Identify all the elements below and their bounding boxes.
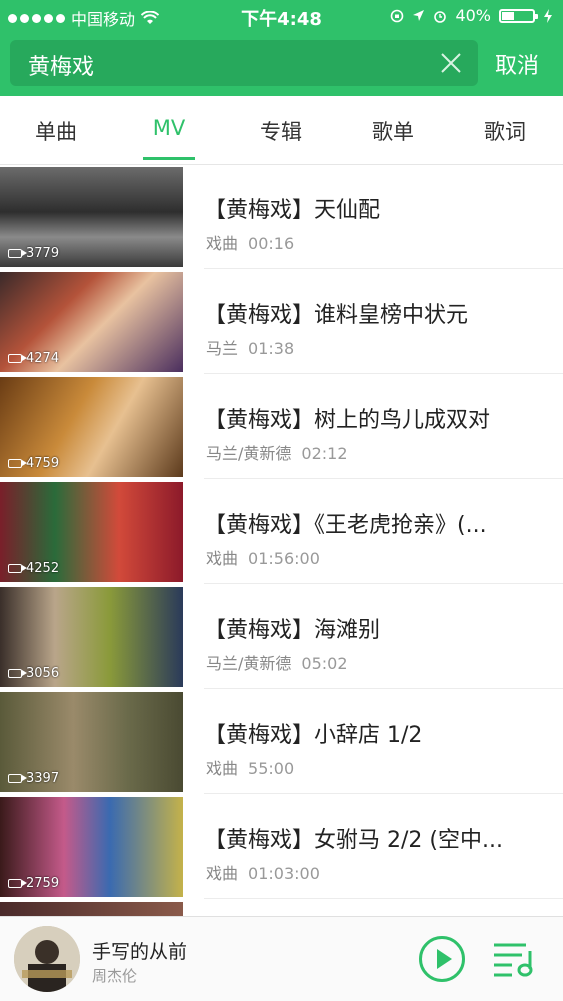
clear-icon[interactable]	[438, 50, 464, 76]
mv-duration: 01:56:00	[248, 549, 320, 568]
mini-player[interactable]: 手写的从前 周杰伦	[0, 916, 563, 1001]
video-thumbnail[interactable]: 3056	[0, 587, 183, 687]
video-icon	[8, 774, 27, 783]
list-item[interactable]: 4759 【黄梅戏】树上的鸟儿成双对 马兰/黄新德 02:12	[0, 374, 563, 479]
result-tabs: 单曲 MV 专辑 歌单 歌词	[0, 96, 563, 165]
video-icon	[8, 564, 27, 573]
cancel-button[interactable]: 取消	[495, 48, 539, 80]
playlist-icon[interactable]	[492, 939, 536, 979]
mv-duration: 55:00	[248, 759, 295, 778]
tab-lyrics[interactable]: 歌词	[465, 116, 545, 146]
list-item[interactable]: 4274 【黄梅戏】谁料皇榜中状元 马兰 01:38	[0, 269, 563, 374]
mv-artist: 马兰/黄新德	[206, 654, 292, 673]
view-count: 4252	[8, 561, 59, 576]
search-query[interactable]: 黄梅戏	[28, 49, 94, 81]
now-playing-artist: 周杰伦	[92, 967, 138, 985]
mv-title: 【黄梅戏】《王老虎抢亲》(...	[204, 513, 487, 538]
alarm-icon	[434, 10, 447, 23]
video-thumbnail[interactable]: 3397	[0, 692, 183, 792]
location-icon	[413, 10, 425, 21]
active-tab-indicator	[143, 157, 195, 160]
list-item[interactable]: 2759 【黄梅戏】女驸马 2/2 (空中... 戏曲 01:03:00	[0, 794, 563, 899]
view-count: 3779	[8, 246, 59, 261]
mv-artist: 戏曲	[206, 234, 239, 253]
album-art[interactable]	[14, 926, 80, 992]
list-item[interactable]: 3056 【黄梅戏】海滩别 马兰/黄新德 05:02	[0, 584, 563, 689]
mv-artist: 戏曲	[206, 759, 239, 778]
video-icon	[8, 459, 27, 468]
battery-icon	[499, 8, 538, 23]
video-icon	[8, 669, 27, 678]
video-icon	[8, 354, 27, 363]
view-count: 4759	[8, 456, 59, 471]
video-icon	[8, 879, 27, 888]
view-count: 3056	[8, 666, 59, 681]
video-thumbnail[interactable]: 2759	[0, 797, 183, 897]
mv-result-list[interactable]: 3779 【黄梅戏】天仙配 戏曲 00:16 4274 【黄梅戏】谁料皇榜中状元 …	[0, 164, 563, 916]
video-icon	[8, 249, 27, 258]
tab-songs[interactable]: 单曲	[16, 116, 96, 146]
mv-duration: 01:38	[248, 339, 295, 358]
charging-icon	[544, 8, 552, 23]
video-thumbnail[interactable]: 4759	[0, 377, 183, 477]
mv-artist: 戏曲	[206, 864, 239, 883]
orientation-lock-icon	[391, 9, 404, 22]
battery-label: 40%	[455, 6, 491, 25]
list-item[interactable]: 4252 【黄梅戏】《王老虎抢亲》(... 戏曲 01:56:00	[0, 479, 563, 584]
mv-artist: 马兰/黄新德	[206, 444, 292, 463]
mv-title: 【黄梅戏】天仙配	[204, 198, 381, 223]
mv-duration: 02:12	[301, 444, 348, 463]
status-bar: 中国移动 下午4:48 40%	[0, 0, 563, 32]
view-count: 4274	[8, 351, 59, 366]
list-item[interactable]: 3779 【黄梅戏】天仙配 戏曲 00:16	[0, 164, 563, 269]
video-thumbnail[interactable]	[0, 902, 183, 916]
video-thumbnail[interactable]: 3779	[0, 167, 183, 267]
mv-title: 【黄梅戏】女驸马 2/2 (空中...	[204, 828, 503, 853]
mv-title: 【黄梅戏】谁料皇榜中状元	[204, 303, 469, 328]
now-playing-title: 手写的从前	[92, 941, 188, 963]
video-thumbnail[interactable]: 4274	[0, 272, 183, 372]
mv-duration: 05:02	[301, 654, 348, 673]
mv-title: 【黄梅戏】海滩别	[204, 618, 381, 643]
view-count: 2759	[8, 876, 59, 891]
mv-artist: 戏曲	[206, 549, 239, 568]
tab-mv[interactable]: MV	[129, 116, 209, 140]
tab-albums[interactable]: 专辑	[241, 116, 321, 146]
video-thumbnail[interactable]: 4252	[0, 482, 183, 582]
list-item[interactable]: 3397 【黄梅戏】小辞店 1/2 戏曲 55:00	[0, 689, 563, 794]
tab-playlists[interactable]: 歌单	[353, 116, 433, 146]
mv-duration: 00:16	[248, 234, 295, 253]
mv-duration: 01:03:00	[248, 864, 320, 883]
play-icon[interactable]	[418, 935, 466, 983]
header-bar: 中国移动 下午4:48 40% 黄梅戏 取消	[0, 0, 563, 96]
view-count: 3397	[8, 771, 59, 786]
search-input[interactable]: 黄梅戏	[10, 40, 478, 86]
mv-artist: 马兰	[206, 339, 239, 358]
list-item[interactable]	[0, 899, 563, 916]
mv-title: 【黄梅戏】树上的鸟儿成双对	[204, 408, 491, 433]
mv-title: 【黄梅戏】小辞店 1/2	[204, 723, 423, 748]
